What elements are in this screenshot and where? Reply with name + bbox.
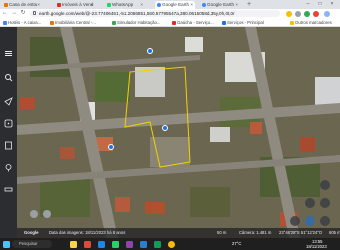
browser-tab[interactable]: Imóveis à Vend ×: [55, 1, 95, 9]
projects-icon[interactable]: [4, 141, 13, 150]
bookmark-favicon-icon: [50, 20, 54, 25]
zoom-out-icon[interactable]: [320, 216, 330, 226]
bookmark-item[interactable]: Gaúcha - Serviço...: [172, 18, 214, 27]
tab-title: Google Earth: [162, 2, 190, 7]
clock-date[interactable]: 18/11/2023: [306, 244, 327, 249]
bookmark-label: Hotéis - A caixa...: [8, 20, 42, 25]
forward-icon[interactable]: →: [10, 9, 18, 18]
location-pin-icon[interactable]: [147, 48, 153, 54]
tab-title: Imóveis à Vend: [62, 2, 94, 7]
search-placeholder: Pesquisar: [19, 241, 38, 246]
maximize-icon[interactable]: □: [314, 0, 326, 9]
file-explorer-icon[interactable]: [70, 240, 77, 248]
ruler-icon[interactable]: [4, 185, 13, 194]
earth-map-viewport[interactable]: Google Data das imagens: 18/11/2023 há 8…: [0, 27, 340, 238]
new-tab-button[interactable]: +: [247, 0, 251, 9]
url-text[interactable]: earth.google.com/web/@-23.77406461,-51.2…: [39, 10, 235, 17]
word-icon[interactable]: [140, 240, 147, 248]
bookmark-label: Outros marcadores: [295, 20, 332, 25]
extensions-icon[interactable]: [295, 10, 301, 17]
tab-title: Google Earth: [207, 2, 235, 7]
reload-icon[interactable]: ↻: [19, 9, 27, 18]
tab-title: Casa de esttu: [9, 2, 38, 7]
bookmark-label: Imobiliária Central -...: [55, 20, 96, 25]
imagery-date: Data das imagens: 18/11/2023 há 8 anos: [49, 230, 126, 235]
share-icon[interactable]: [43, 210, 51, 218]
bookmark-favicon-icon: [3, 20, 7, 25]
camera-altitude: Câmera: 1.481 m: [239, 230, 272, 235]
location-pin-icon[interactable]: [4, 163, 13, 172]
browser-toolbar: ← → ↻ earth.google.com/web/@-23.77406461…: [0, 9, 340, 18]
bookmark-favicon-icon: [172, 20, 176, 25]
earth-left-toolbar: [0, 27, 17, 238]
close-tab-icon[interactable]: ×: [190, 1, 193, 9]
tab-favicon-icon: [3, 3, 8, 7]
whatsapp-icon: [106, 3, 111, 7]
ground-altitude: 605 m: [329, 230, 340, 235]
globe-icon[interactable]: [305, 216, 315, 226]
bookmark-item[interactable]: Outros marcadores: [290, 18, 332, 27]
google-earth-icon: [156, 3, 161, 7]
weather-text[interactable]: 27°C: [232, 241, 241, 246]
minimize-icon[interactable]: –: [302, 0, 314, 9]
bookmark-item[interactable]: Simulador Habitação...: [112, 18, 160, 27]
browser-tab[interactable]: Google Earth ×: [200, 1, 240, 9]
folder-icon: [290, 20, 294, 25]
bookmark-item[interactable]: Serviços - Principal: [222, 18, 264, 27]
map-status-bar: Google Data das imagens: 18/11/2023 há 8…: [17, 228, 340, 238]
app-icon[interactable]: [154, 240, 161, 248]
compass-icon[interactable]: [320, 180, 330, 190]
close-tab-icon[interactable]: ×: [235, 1, 238, 9]
app-icon[interactable]: [84, 240, 91, 248]
tab-favicon-icon: [56, 3, 61, 7]
profile-avatar[interactable]: [324, 10, 330, 17]
close-tab-icon[interactable]: ×: [90, 1, 93, 9]
search-icon[interactable]: [4, 73, 13, 82]
pegman-icon[interactable]: [305, 198, 315, 208]
browser-tab-active[interactable]: Google Earth ×: [155, 1, 195, 9]
close-tab-icon[interactable]: ×: [37, 1, 40, 9]
satellite-imagery[interactable]: [0, 27, 340, 238]
taskbar: Pesquisar 27°C 13:55 18/11/2023: [0, 238, 340, 250]
layers-icon[interactable]: [290, 216, 300, 226]
google-earth-icon: [201, 3, 206, 7]
star-icon[interactable]: [286, 10, 292, 17]
bookmark-item[interactable]: Imobiliária Central -...: [50, 18, 96, 27]
bookmark-label: Serviços - Principal: [227, 20, 264, 25]
address-bar[interactable]: earth.google.com/web/@-23.77406461,-51.2…: [30, 10, 280, 17]
whatsapp-icon[interactable]: [112, 240, 119, 248]
windows-start-icon[interactable]: [3, 240, 10, 248]
location-pin-icon[interactable]: [108, 144, 114, 150]
zoom-in-icon[interactable]: [320, 198, 330, 208]
bookmark-item[interactable]: Hotéis - A caixa...: [3, 18, 41, 27]
location-icon[interactable]: [30, 210, 38, 218]
dice-icon[interactable]: [4, 119, 13, 128]
browser-tab[interactable]: WhatsApp ×: [105, 1, 145, 9]
location-pin-icon[interactable]: [162, 125, 168, 131]
voyager-icon[interactable]: [4, 97, 13, 106]
bookmarks-bar: Hotéis - A caixa... Imobiliária Central …: [0, 18, 340, 27]
taskbar-search[interactable]: Pesquisar: [12, 240, 52, 248]
back-icon[interactable]: ←: [1, 9, 9, 18]
extension-icon[interactable]: [304, 10, 310, 17]
close-tab-icon[interactable]: ×: [140, 1, 143, 9]
edge-icon[interactable]: [98, 240, 105, 248]
tab-title: WhatsApp: [112, 2, 134, 7]
app-icon[interactable]: [126, 240, 133, 248]
tab-strip: Casa de esttu × Imóveis à Vend × WhatsAp…: [0, 0, 340, 9]
scale-label: 50 m: [217, 230, 227, 235]
google-logo: Google: [24, 230, 39, 235]
menu-icon[interactable]: [4, 49, 13, 58]
bookmark-favicon-icon: [222, 20, 226, 25]
bookmark-label: Gaúcha - Serviço...: [177, 20, 214, 25]
close-window-icon[interactable]: ×: [326, 0, 338, 9]
coordinates: 23°46'28"S 51°12'24"O: [279, 230, 323, 235]
extension-icon[interactable]: [313, 10, 319, 17]
bookmark-label: Simulador Habitação...: [117, 20, 161, 25]
lock-icon: [33, 11, 36, 15]
bookmark-favicon-icon: [112, 20, 116, 25]
browser-tab[interactable]: Casa de esttu ×: [2, 1, 42, 9]
chrome-icon[interactable]: [168, 240, 175, 248]
